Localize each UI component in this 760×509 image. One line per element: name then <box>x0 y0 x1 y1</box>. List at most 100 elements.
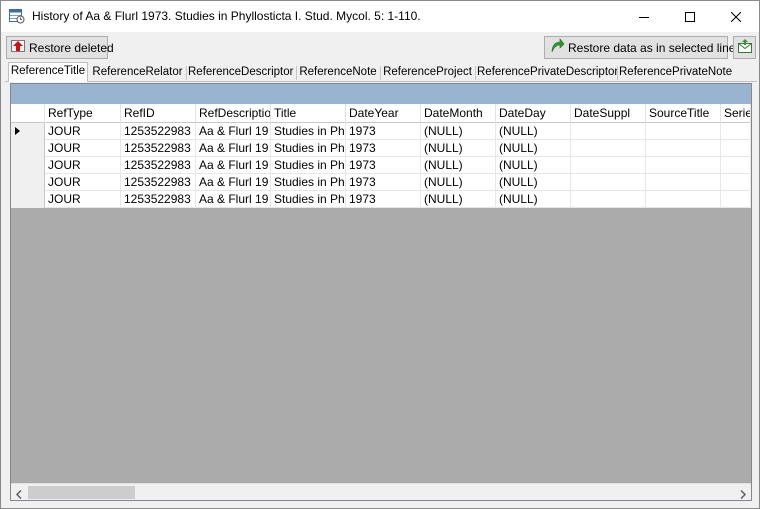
cell-series[interactable] <box>721 123 751 140</box>
mail-button[interactable] <box>733 36 756 59</box>
cell-title[interactable]: Studies in Ph <box>271 191 346 208</box>
history-data-grid[interactable]: RefType RefID RefDescriptio Title DateYe… <box>10 83 752 501</box>
history-table-icon <box>9 8 25 24</box>
cell-refid[interactable]: 1253522983 <box>121 157 196 174</box>
row-header[interactable] <box>11 140 45 157</box>
column-header-datesuppl[interactable]: DateSuppl <box>571 104 646 123</box>
cell-dateyear[interactable]: 1973 <box>346 191 421 208</box>
grid-rows: JOUR 1253522983 Aa & Flurl 19 Studies in… <box>11 123 751 208</box>
cell-series[interactable] <box>721 191 751 208</box>
row-header[interactable] <box>11 157 45 174</box>
cell-datemonth[interactable]: (NULL) <box>421 157 496 174</box>
tab-separator <box>186 66 187 80</box>
restore-deleted-button[interactable]: Restore deleted <box>6 36 114 59</box>
minimize-button[interactable] <box>621 1 667 32</box>
cell-reftype[interactable]: JOUR <box>45 157 121 174</box>
row-header[interactable] <box>11 123 45 140</box>
cell-title[interactable]: Studies in Ph <box>271 140 346 157</box>
tab-referencerelator[interactable]: ReferenceRelator <box>91 64 184 82</box>
cell-sourcetitle[interactable] <box>646 140 721 157</box>
column-header-refdescription[interactable]: RefDescriptio <box>196 104 271 123</box>
table-row[interactable]: JOUR 1253522983 Aa & Flurl 19 Studies in… <box>11 157 751 174</box>
column-header-datemonth[interactable]: DateMonth <box>421 104 496 123</box>
scroll-right-icon[interactable] <box>739 488 747 500</box>
column-header-refid[interactable]: RefID <box>121 104 196 123</box>
cell-dateday[interactable]: (NULL) <box>496 191 571 208</box>
cell-datesuppl[interactable] <box>571 157 646 174</box>
cell-datemonth[interactable]: (NULL) <box>421 191 496 208</box>
cell-refid[interactable]: 1253522983 <box>121 140 196 157</box>
cell-datesuppl[interactable] <box>571 140 646 157</box>
cell-title[interactable]: Studies in Ph <box>271 174 346 191</box>
scroll-left-icon[interactable] <box>15 488 23 500</box>
cell-datemonth[interactable]: (NULL) <box>421 140 496 157</box>
tab-underline <box>5 81 757 82</box>
cell-refid[interactable]: 1253522983 <box>121 174 196 191</box>
cell-datesuppl[interactable] <box>571 174 646 191</box>
cell-refid[interactable]: 1253522983 <box>121 123 196 140</box>
column-header-dateyear[interactable]: DateYear <box>346 104 421 123</box>
tab-strip: ReferenceTitle ReferenceRelator Referenc… <box>5 62 757 82</box>
cell-sourcetitle[interactable] <box>646 191 721 208</box>
cell-dateyear[interactable]: 1973 <box>346 157 421 174</box>
restore-data-label: Restore data as in selected line <box>568 40 736 55</box>
cell-series[interactable] <box>721 174 751 191</box>
cell-title[interactable]: Studies in Ph <box>271 123 346 140</box>
corner-header-cell <box>11 104 45 123</box>
cell-refdescription[interactable]: Aa & Flurl 19 <box>196 174 271 191</box>
column-header-reftype[interactable]: RefType <box>45 104 121 123</box>
maximize-button[interactable] <box>667 1 713 32</box>
window-title: History of Aa & Flurl 1973. Studies in P… <box>32 9 421 23</box>
cell-reftype[interactable]: JOUR <box>45 140 121 157</box>
tab-referencenote[interactable]: ReferenceNote <box>298 64 378 82</box>
tab-separator <box>380 66 381 80</box>
column-header-dateday[interactable]: DateDay <box>496 104 571 123</box>
cell-dateday[interactable]: (NULL) <box>496 140 571 157</box>
cell-dateday[interactable]: (NULL) <box>496 157 571 174</box>
cell-dateday[interactable]: (NULL) <box>496 123 571 140</box>
cell-reftype[interactable]: JOUR <box>45 191 121 208</box>
table-row[interactable]: JOUR 1253522983 Aa & Flurl 19 Studies in… <box>11 123 751 140</box>
cell-refid[interactable]: 1253522983 <box>121 191 196 208</box>
tab-referenceprivatenote[interactable]: ReferencePrivateNote <box>619 64 732 82</box>
cell-dateyear[interactable]: 1973 <box>346 140 421 157</box>
cell-reftype[interactable]: JOUR <box>45 123 121 140</box>
cell-sourcetitle[interactable] <box>646 123 721 140</box>
column-header-sourcetitle[interactable]: SourceTitle <box>646 104 721 123</box>
tab-referenceprivatedescriptor[interactable]: ReferencePrivateDescriptor <box>477 64 618 82</box>
cell-sourcetitle[interactable] <box>646 174 721 191</box>
cell-series[interactable] <box>721 157 751 174</box>
cell-dateyear[interactable]: 1973 <box>346 123 421 140</box>
close-button[interactable] <box>713 1 759 32</box>
tab-referencetitle[interactable]: ReferenceTitle <box>8 62 88 82</box>
cell-sourcetitle[interactable] <box>646 157 721 174</box>
cell-datesuppl[interactable] <box>571 123 646 140</box>
row-header[interactable] <box>11 191 45 208</box>
cell-title[interactable]: Studies in Ph <box>271 157 346 174</box>
tab-referencedescriptor[interactable]: ReferenceDescriptor <box>188 64 293 82</box>
row-header[interactable] <box>11 174 45 191</box>
cell-dateday[interactable]: (NULL) <box>496 174 571 191</box>
restore-red-arrow-icon <box>10 38 26 57</box>
tab-referenceproject[interactable]: ReferenceProject <box>382 64 473 82</box>
restore-data-button[interactable]: Restore data as in selected line <box>544 36 735 59</box>
column-header-series[interactable]: Series <box>721 104 751 123</box>
cell-refdescription[interactable]: Aa & Flurl 19 <box>196 123 271 140</box>
cell-refdescription[interactable]: Aa & Flurl 19 <box>196 140 271 157</box>
cell-series[interactable] <box>721 140 751 157</box>
tab-separator <box>475 66 476 80</box>
scrollbar-thumb[interactable] <box>28 486 135 499</box>
cell-reftype[interactable]: JOUR <box>45 174 121 191</box>
cell-dateyear[interactable]: 1973 <box>346 174 421 191</box>
table-row[interactable]: JOUR 1253522983 Aa & Flurl 19 Studies in… <box>11 140 751 157</box>
table-row[interactable]: JOUR 1253522983 Aa & Flurl 19 Studies in… <box>11 174 751 191</box>
title-bar[interactable]: History of Aa & Flurl 1973. Studies in P… <box>1 1 759 32</box>
table-row[interactable]: JOUR 1253522983 Aa & Flurl 19 Studies in… <box>11 191 751 208</box>
cell-datesuppl[interactable] <box>571 191 646 208</box>
column-header-title[interactable]: Title <box>271 104 346 123</box>
cell-refdescription[interactable]: Aa & Flurl 19 <box>196 157 271 174</box>
horizontal-scrollbar[interactable] <box>11 483 751 500</box>
cell-datemonth[interactable]: (NULL) <box>421 174 496 191</box>
cell-datemonth[interactable]: (NULL) <box>421 123 496 140</box>
cell-refdescription[interactable]: Aa & Flurl 19 <box>196 191 271 208</box>
